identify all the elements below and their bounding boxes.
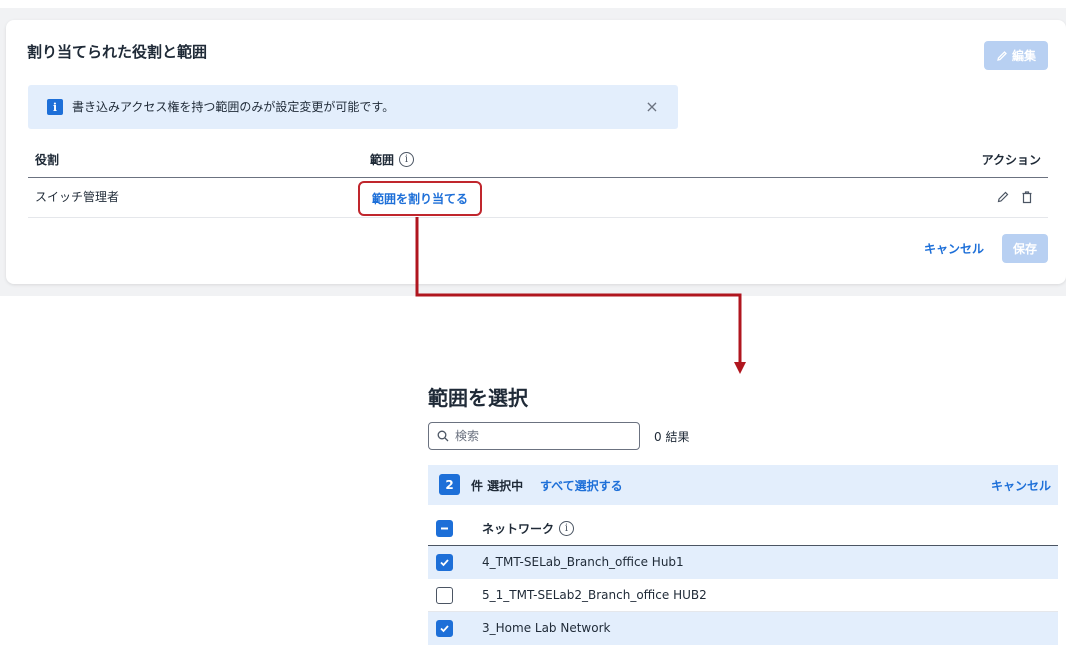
check-icon xyxy=(440,559,449,567)
row-checkbox[interactable] xyxy=(436,587,453,604)
network-name: 5_1_TMT-SELab2_Branch_office HUB2 xyxy=(482,588,707,602)
network-name: 4_TMT-SELab_Branch_office Hub1 xyxy=(482,555,684,569)
network-row[interactable]: 5_1_TMT-SELab2_Branch_office HUB2 xyxy=(428,579,1058,612)
network-name: 3_Home Lab Network xyxy=(482,621,611,635)
row-checkbox[interactable] xyxy=(436,554,453,571)
search-field[interactable] xyxy=(428,422,640,450)
network-column-label: ネットワーク xyxy=(482,522,555,536)
search-icon xyxy=(437,430,449,442)
selected-label: 件 選択中 xyxy=(471,479,524,493)
select-scope-title: 範囲を選択 xyxy=(428,386,528,410)
select-all-link[interactable]: すべて選択する xyxy=(540,477,623,494)
result-count: 0 結果 xyxy=(654,430,690,444)
indeterminate-icon xyxy=(441,527,448,530)
selected-count-badge: 2 xyxy=(439,474,460,495)
info-circle-icon[interactable]: i xyxy=(559,521,575,536)
network-column-header: ネットワーク i xyxy=(482,520,575,537)
check-icon xyxy=(440,625,449,633)
selection-bar: 2 件 選択中 すべて選択する キャンセル xyxy=(428,465,1058,505)
search-input[interactable] xyxy=(455,429,625,443)
network-row[interactable]: 3_Home Lab Network xyxy=(428,612,1058,645)
row-checkbox[interactable] xyxy=(436,620,453,637)
network-row[interactable]: 4_TMT-SELab_Branch_office Hub1 xyxy=(428,546,1058,579)
selection-cancel-link[interactable]: キャンセル xyxy=(991,477,1051,494)
select-all-checkbox[interactable] xyxy=(436,520,453,537)
